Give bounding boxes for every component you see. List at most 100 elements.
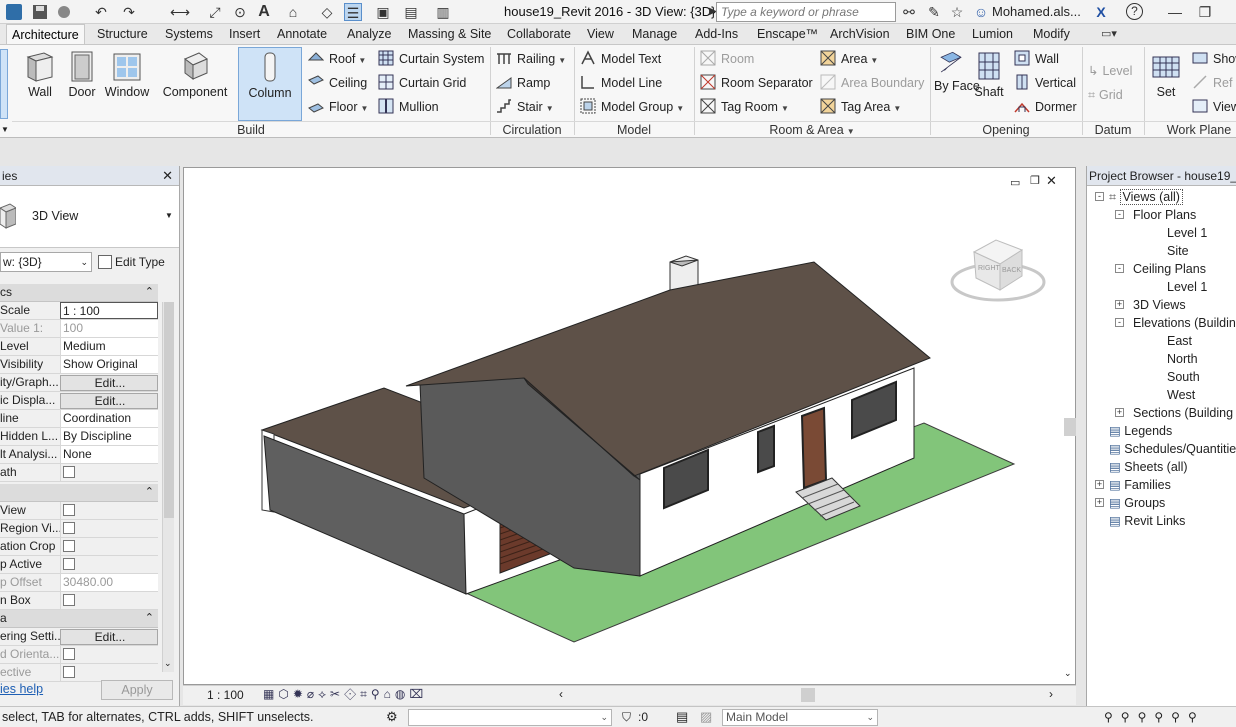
tab-massing-site[interactable]: Massing & Site [403, 24, 496, 44]
browser-tree-item[interactable]: ▤ Legends [1109, 422, 1172, 440]
subscription-icon[interactable]: ✎ [925, 3, 943, 21]
tab-insert[interactable]: Insert [224, 24, 265, 44]
undo-icon[interactable]: ↶ [92, 3, 110, 21]
browser-tree-item[interactable]: ▤ Sheets (all) [1109, 458, 1188, 476]
ref-plane-button[interactable]: Ref [1192, 73, 1232, 93]
view-controls-icons[interactable]: ▦⬡✹⌀⟡✂⟐⌗⚲⌂◍⌧ [263, 687, 427, 702]
3d-view-icon[interactable]: ⌂ [284, 3, 302, 21]
modify-tool-edge[interactable] [0, 49, 8, 119]
curtain-system-button[interactable]: Curtain System [378, 49, 484, 69]
tab-architecture[interactable]: Architecture [6, 24, 85, 44]
mullion-button[interactable]: Mullion [378, 97, 439, 117]
app-menu-icon[interactable] [6, 4, 22, 20]
property-value[interactable] [60, 592, 158, 609]
browser-tree-item[interactable]: South [1167, 368, 1200, 386]
edit-button[interactable]: Edit... [60, 629, 158, 645]
expand-node-icon[interactable]: + [1095, 480, 1104, 489]
property-value[interactable]: Medium [60, 338, 158, 355]
tab-collaborate[interactable]: Collaborate [502, 24, 576, 44]
expand-node-icon[interactable]: + [1115, 300, 1124, 309]
browser-tree-item[interactable]: ▤ Revit Links [1109, 512, 1185, 530]
property-value[interactable]: Show Original [60, 356, 158, 373]
browser-tree-item[interactable]: Sections (Building S [1133, 404, 1236, 422]
viewcube[interactable]: RIGHT BACK [950, 239, 1046, 302]
tab-structure[interactable]: Structure [92, 24, 153, 44]
property-value[interactable] [60, 502, 158, 519]
curtain-grid-button[interactable]: Curtain Grid [378, 73, 466, 93]
edit-button[interactable]: Edit... [60, 393, 158, 409]
text-icon[interactable]: A [255, 3, 273, 21]
edit-type-button[interactable]: Edit Type [98, 252, 178, 272]
view-scale[interactable]: 1 : 100 [207, 688, 244, 702]
canvas-hscroll-thumb[interactable] [801, 688, 815, 702]
property-checkbox[interactable] [63, 522, 75, 534]
ribbon-toggle-icon[interactable]: ▭▾ [1100, 25, 1118, 43]
scrollbar-thumb[interactable] [164, 302, 174, 518]
room-button[interactable]: Room [700, 49, 754, 69]
browser-tree-item[interactable]: North [1167, 350, 1198, 368]
property-checkbox[interactable] [63, 540, 75, 552]
measure-icon[interactable]: ⟷ [170, 3, 190, 21]
close-icon[interactable]: ✕ [162, 166, 173, 186]
area-boundary-button[interactable]: Area Boundary [820, 73, 924, 93]
property-value[interactable] [60, 664, 158, 681]
tab-manage[interactable]: Manage [627, 24, 682, 44]
browser-tree-item[interactable]: Level 1 [1167, 278, 1207, 296]
close-hidden-icon[interactable]: ▣ [374, 3, 392, 21]
design-options-icon[interactable]: ▨ [700, 707, 712, 727]
expand-node-icon[interactable]: + [1095, 498, 1104, 507]
property-value[interactable] [60, 538, 158, 555]
floor-button[interactable]: Floor ▼ [308, 97, 368, 117]
search-input[interactable]: Type a keyword or phrase [716, 2, 896, 22]
set-workplane-button[interactable]: Set [1150, 49, 1182, 99]
user-name[interactable]: Mohamed.als... [992, 4, 1081, 19]
roof-button[interactable]: Roof ▼ [308, 49, 366, 69]
railing-button[interactable]: Railing ▼ [496, 49, 566, 69]
browser-tree-item[interactable]: 3D Views [1133, 296, 1186, 314]
tab-enscape[interactable]: Enscape™ [752, 24, 823, 44]
model-text-button[interactable]: Model Text [580, 49, 661, 69]
browser-tree-item[interactable]: ⌗ Views (all) [1109, 188, 1183, 206]
ramp-button[interactable]: Ramp [496, 73, 550, 93]
property-checkbox[interactable] [63, 666, 75, 678]
tag-area-button[interactable]: Tag Area ▼ [820, 97, 901, 117]
type-selector[interactable]: 3D View ▼ [0, 186, 179, 248]
expand-node-icon[interactable]: + [1115, 408, 1124, 417]
tag-icon[interactable]: ⊙ [231, 3, 249, 21]
properties-group-graphics[interactable]: cs ⌃ [0, 284, 158, 302]
door-button[interactable]: Door [66, 49, 98, 99]
tab-add-ins[interactable]: Add-Ins [690, 24, 743, 44]
properties-scrollbar[interactable]: ⌄ [162, 302, 174, 672]
collapse-node-icon[interactable]: - [1115, 264, 1124, 273]
house-3d-model[interactable]: RIGHT BACK [184, 168, 1077, 686]
property-value[interactable] [60, 556, 158, 573]
property-value[interactable] [60, 520, 158, 537]
tab-view[interactable]: View [582, 24, 619, 44]
wall-button[interactable]: Wall [22, 49, 58, 99]
tab-lumion[interactable]: Lumion [967, 24, 1018, 44]
tab-archvision[interactable]: ArchVision [825, 24, 895, 44]
hscroll-left-icon[interactable]: ‹ [559, 687, 563, 701]
favorites-star-icon[interactable]: ☆ [948, 3, 966, 21]
model-line-button[interactable]: Model Line [580, 73, 662, 93]
save-icon[interactable] [32, 4, 48, 20]
exchange-icon[interactable]: X [1092, 3, 1110, 21]
apply-button[interactable]: Apply [101, 680, 173, 700]
tab-annotate[interactable]: Annotate [272, 24, 332, 44]
shaft-button[interactable]: Shaft [972, 49, 1006, 99]
viewer-button[interactable]: View [1192, 97, 1236, 117]
browser-tree-item[interactable]: Floor Plans [1133, 206, 1196, 224]
editing-requests-icon[interactable]: ▤ [676, 707, 688, 727]
selection-options-icons[interactable]: ⚲⚲⚲⚲⚲⚲ [1104, 707, 1205, 727]
drawing-canvas[interactable]: ▭ ❐ ✕ RIGHT BACK ⌄ [183, 167, 1076, 685]
properties-group-extents[interactable]: ⌃ [0, 484, 158, 502]
property-value[interactable] [60, 464, 158, 481]
chevron-down-icon[interactable]: ▼ [165, 211, 173, 220]
property-value[interactable]: None [60, 446, 158, 463]
level-button[interactable]: ↳ Level [1088, 61, 1132, 81]
properties-group-camera[interactable]: a ⌃ [0, 610, 158, 628]
property-value[interactable]: 30480.00 [60, 574, 158, 591]
tag-room-button[interactable]: Tag Room ▼ [700, 97, 789, 117]
window-button[interactable]: Window [104, 49, 150, 99]
user-icon[interactable]: ☺ [972, 3, 990, 21]
